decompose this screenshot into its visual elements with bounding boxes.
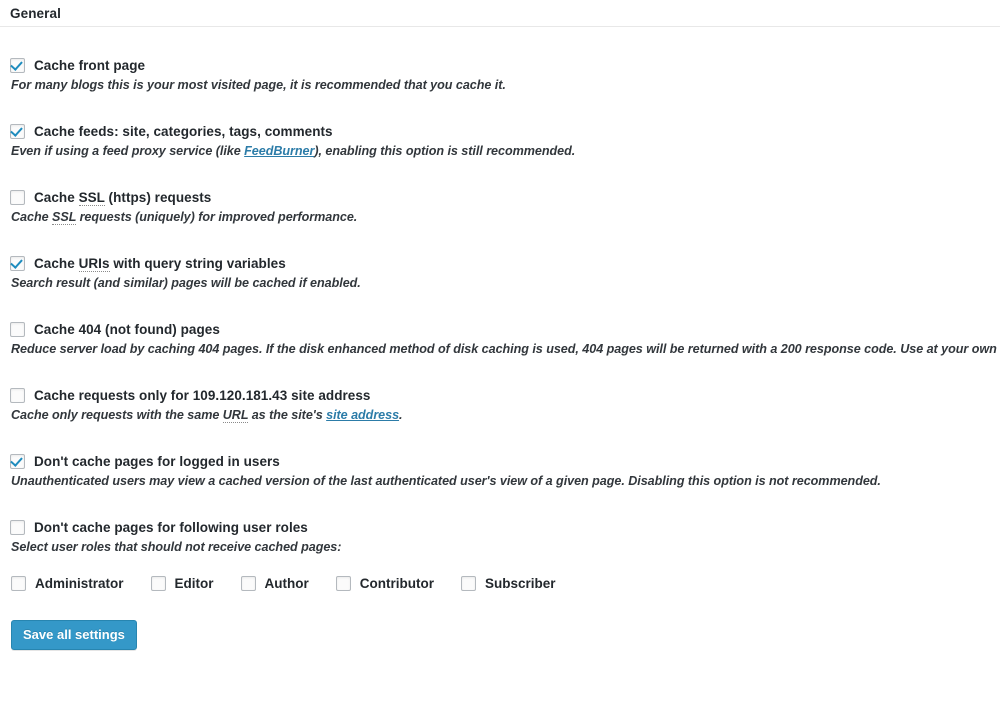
role-item-contributor[interactable]: Contributor [335,576,434,591]
option-label-cache-404[interactable]: Cache 404 (not found) pages [34,323,220,337]
checkbox-role-administrator[interactable] [11,576,26,591]
option-description-cache-feeds: Even if using a feed proxy service (like… [11,144,576,158]
option-description-cache-404: Reduce server load by caching 404 pages.… [11,342,1000,356]
option-line: Cache URIs with query string variables [10,255,990,272]
abbreviation: SSL [78,189,105,206]
save-all-settings-button[interactable]: Save all settings [11,620,137,650]
role-label-subscriber: Subscriber [485,576,556,591]
option-description-cache-front-page: For many blogs this is your most visited… [11,78,506,92]
option-label-cache-query-string[interactable]: Cache URIs with query string variables [34,255,286,272]
checkbox-cache-404[interactable] [10,322,25,337]
option-row-dont-cache-logged-in: Don't cache pages for logged in users Una… [10,422,990,488]
option-line: Cache requests only for 109.120.181.43 s… [10,388,990,403]
checkbox-role-editor[interactable] [150,576,166,591]
checkbox-cache-query-string[interactable] [10,256,25,271]
role-label-author: Author [264,576,309,591]
checkbox-role-contributor[interactable] [335,576,351,591]
user-roles-row: Administrator Editor Author Contributor Subs… [11,576,990,591]
option-line: Cache SSL (https) requests [10,189,990,206]
checkbox-cache-site-address-only[interactable] [10,388,25,403]
abbreviation: URL [222,408,249,423]
option-description-cache-site-address-only: Cache only requests with the same URL as… [11,408,403,423]
checkbox-cache-ssl[interactable] [10,190,25,205]
abbreviation: URIs [78,255,110,272]
role-item-subscriber[interactable]: Subscriber [461,576,556,591]
option-description-dont-cache-logged-in: Unauthenticated users may view a cached … [11,474,881,488]
option-label-cache-front-page[interactable]: Cache front page [34,59,145,73]
role-item-editor[interactable]: Editor [150,576,214,591]
checkbox-dont-cache-roles[interactable] [10,520,25,535]
option-label-dont-cache-logged-in[interactable]: Don't cache pages for logged in users [34,455,280,469]
checkbox-cache-feeds[interactable] [10,124,25,139]
option-description-dont-cache-roles: Select user roles that should not receiv… [11,540,342,554]
option-line: Cache feeds: site, categories, tags, com… [10,124,990,139]
option-line: Cache 404 (not found) pages [10,322,990,337]
options-list: Cache front page For many blogs this is y… [10,27,1000,554]
option-row-cache-404: Cache 404 (not found) pages Reduce server… [10,290,1000,356]
checkbox-role-subscriber[interactable] [461,576,476,591]
option-row-cache-front-page: Cache front page For many blogs this is y… [10,27,990,92]
role-label-editor: Editor [174,576,214,591]
abbreviation: SSL [52,210,77,225]
option-row-cache-feeds: Cache feeds: site, categories, tags, com… [10,92,990,158]
option-row-dont-cache-roles: Don't cache pages for following user rol… [10,488,990,554]
save-button-wrapper: Save all settings [11,620,990,650]
checkbox-cache-front-page[interactable] [10,58,25,73]
option-row-cache-query-string: Cache URIs with query string variables Se… [10,224,990,290]
inline-link[interactable]: FeedBurner [244,144,314,158]
role-item-author[interactable]: Author [240,576,309,591]
option-line: Don't cache pages for following user rol… [10,520,990,535]
option-description-cache-query-string: Search result (and similar) pages will b… [11,276,361,290]
option-label-cache-ssl[interactable]: Cache SSL (https) requests [34,189,211,206]
checkbox-role-author[interactable] [240,576,256,591]
inline-link[interactable]: site address [326,408,399,422]
option-line: Don't cache pages for logged in users [10,454,990,469]
option-row-cache-site-address-only: Cache requests only for 109.120.181.43 s… [10,356,990,423]
page-title: General [10,5,61,21]
option-label-dont-cache-roles[interactable]: Don't cache pages for following user rol… [34,521,308,535]
option-label-cache-site-address-only[interactable]: Cache requests only for 109.120.181.43 s… [34,389,370,403]
role-label-contributor: Contributor [359,576,434,591]
role-item-administrator[interactable]: Administrator [11,576,124,591]
settings-body: Cache front page For many blogs this is y… [0,27,1000,650]
section-header: General [0,0,1000,27]
checkbox-dont-cache-logged-in[interactable] [10,454,25,469]
option-row-cache-ssl: Cache SSL (https) requests Cache SSL requ… [10,158,990,225]
option-line: Cache front page [10,58,990,73]
role-label-administrator: Administrator [35,576,124,591]
option-description-cache-ssl: Cache SSL requests (uniquely) for improv… [11,210,358,225]
option-label-cache-feeds[interactable]: Cache feeds: site, categories, tags, com… [34,125,333,139]
